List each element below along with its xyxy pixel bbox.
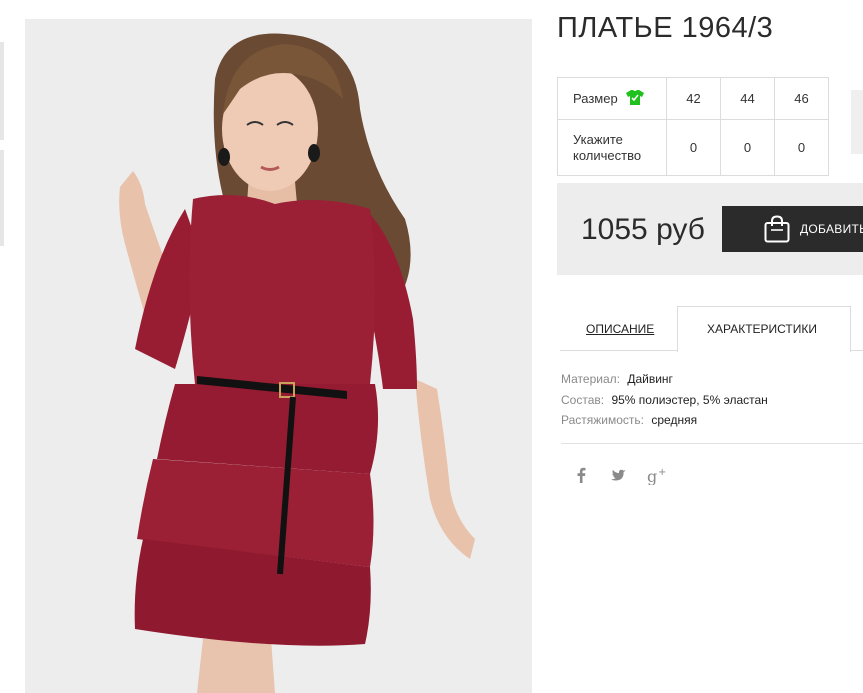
tab-underline-right bbox=[851, 350, 863, 351]
quantity-46[interactable]: 0 bbox=[774, 119, 829, 176]
facebook-icon[interactable] bbox=[576, 467, 586, 488]
quantity-label-line1: Укажите bbox=[573, 131, 623, 147]
size-label-cell: Размер bbox=[557, 77, 667, 120]
spec-value: Дайвинг bbox=[627, 372, 673, 386]
tab-underline bbox=[560, 350, 677, 351]
size-42[interactable]: 42 bbox=[666, 77, 721, 120]
related-thumbnail-stub[interactable] bbox=[851, 90, 863, 154]
quantity-label-cell: Укажите количество bbox=[557, 119, 667, 176]
spec-key: Материал: bbox=[561, 372, 620, 386]
spec-row-stretch: Растяжимость: средняя bbox=[561, 410, 768, 431]
spec-row-composition: Состав: 95% полиэстер, 5% эластан bbox=[561, 390, 768, 411]
add-to-cart-button[interactable]: ДОБАВИТЬ В КОРЗИНУ bbox=[722, 206, 863, 252]
spec-value: средняя bbox=[651, 413, 698, 427]
tab-characteristics[interactable]: ХАРАКТЕРИСТИКИ bbox=[707, 322, 817, 336]
size-chart-icon[interactable] bbox=[625, 89, 644, 108]
svg-text:+: + bbox=[658, 467, 666, 478]
spec-key: Растяжимость: bbox=[561, 413, 645, 427]
product-photo[interactable] bbox=[25, 19, 532, 693]
quantity-42[interactable]: 0 bbox=[666, 119, 721, 176]
divider bbox=[561, 443, 863, 444]
price-bar: 1055 руб ДОБАВИТЬ В КОРЗИНУ bbox=[557, 183, 863, 275]
spec-value: 95% полиэстер, 5% эластан bbox=[611, 392, 768, 407]
product-price: 1055 руб bbox=[581, 213, 705, 246]
thumbnail-stub-2[interactable] bbox=[0, 150, 4, 246]
characteristics-list: Материал: Дайвинг Состав: 95% полиэстер,… bbox=[561, 369, 768, 431]
svg-text:g: g bbox=[647, 467, 657, 485]
product-title: ПЛАТЬЕ 1964/3 bbox=[557, 12, 774, 44]
size-44[interactable]: 44 bbox=[720, 77, 775, 120]
size-row: Размер 42 44 46 bbox=[557, 77, 829, 120]
thumbnail-stub-1[interactable] bbox=[0, 42, 4, 140]
quantity-label-line2: количество bbox=[573, 147, 642, 163]
tab-description[interactable]: ОПИСАНИЕ bbox=[586, 322, 654, 336]
twitter-icon[interactable] bbox=[610, 467, 626, 488]
spec-key: Состав: bbox=[561, 392, 605, 407]
shopping-bag-icon bbox=[764, 215, 790, 243]
size-46[interactable]: 46 bbox=[774, 77, 829, 120]
quantity-44[interactable]: 0 bbox=[720, 119, 775, 176]
add-to-cart-label: ДОБАВИТЬ В КОРЗИНУ bbox=[800, 222, 863, 236]
quantity-row: Укажите количество 0 0 0 bbox=[557, 119, 829, 176]
product-photo-illustration bbox=[119, 33, 475, 693]
size-quantity-table: Размер 42 44 46 Укажите количество 0 0 0 bbox=[557, 77, 829, 176]
google-plus-icon[interactable]: g + bbox=[647, 467, 667, 490]
spec-row-material: Материал: Дайвинг bbox=[561, 369, 768, 390]
size-label: Размер bbox=[573, 91, 618, 106]
